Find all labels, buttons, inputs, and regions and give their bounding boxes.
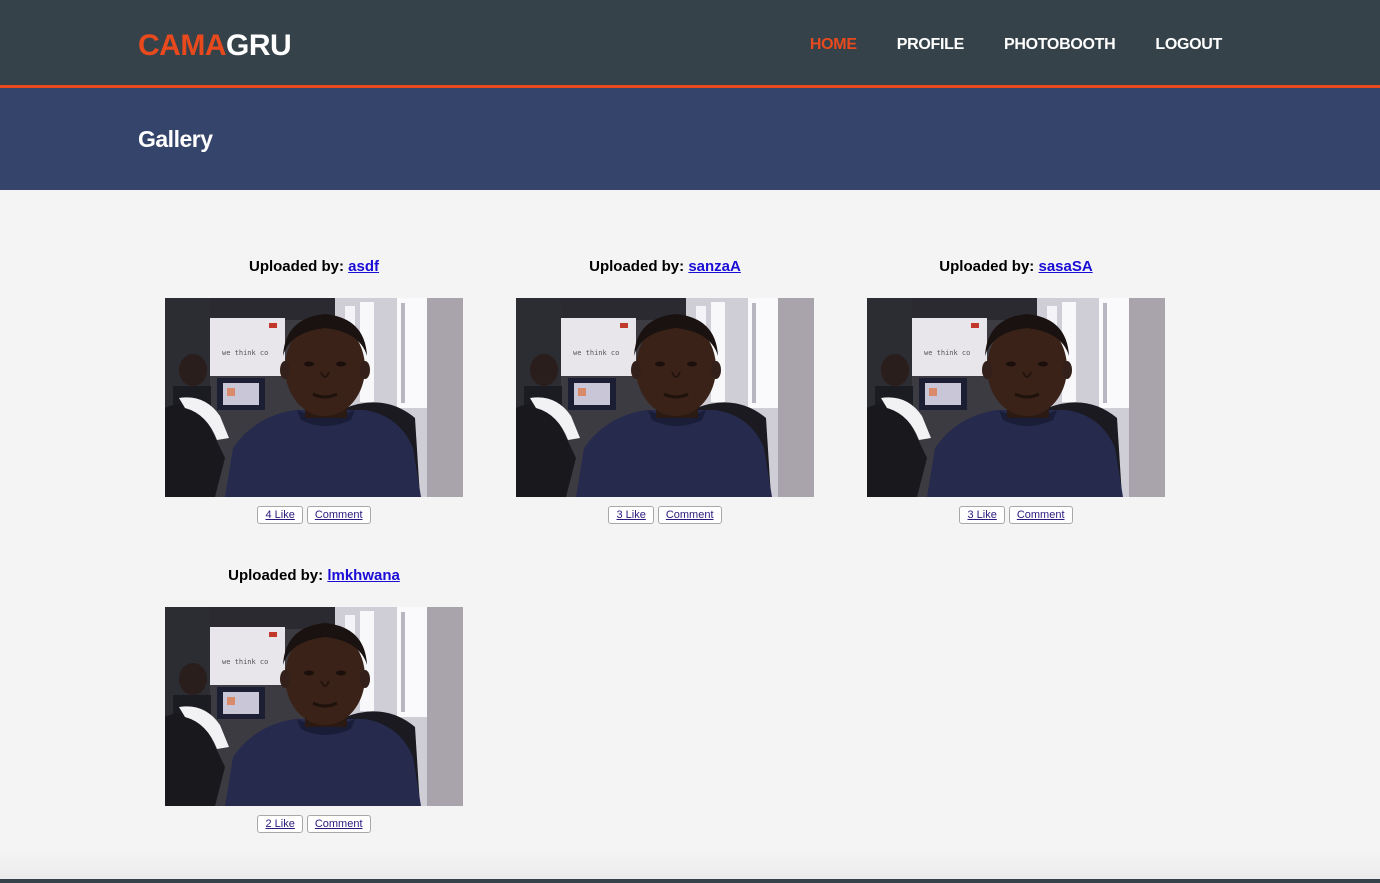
comment-button[interactable]: Comment: [1008, 506, 1073, 524]
logo-rest: GRU: [226, 29, 292, 62]
gallery-photo[interactable]: we think co: [165, 607, 463, 806]
uploaded-by-prefix: Uploaded by:: [228, 567, 324, 584]
page-title: Gallery: [138, 126, 213, 152]
comment-button[interactable]: Comment: [657, 506, 722, 524]
like-button[interactable]: 3 Like: [959, 506, 1005, 524]
main-nav: HOME PROFILE PHOTOBOOTH LOGOUT: [810, 35, 1222, 55]
nav-logout-link[interactable]: LOGOUT: [1155, 35, 1222, 55]
selfie-photo-image: we think co: [516, 298, 814, 497]
footer-shadow: [0, 850, 1380, 880]
gallery-card: Uploaded by: asdf we think co 4 Like Com…: [165, 257, 463, 524]
top-navbar: CAMAGRU HOME PROFILE PHOTOBOOTH LOGOUT: [0, 0, 1380, 88]
gallery-card: Uploaded by: sanzaA we think co 3 Like C…: [516, 257, 814, 524]
gallery-card: Uploaded by: sasaSA we think co 3 Like C…: [867, 257, 1165, 524]
svg-text:we think co: we think co: [924, 349, 970, 357]
uploaded-by-prefix: Uploaded by:: [248, 258, 344, 275]
photo-actions: 4 Like Comment: [165, 506, 463, 524]
selfie-photo-image: we think co: [165, 298, 463, 497]
uploader-link[interactable]: sanzaA: [688, 258, 741, 275]
uploader-link[interactable]: sasaSA: [1038, 258, 1092, 275]
uploaded-by-caption: Uploaded by: lmkhwana: [165, 566, 463, 586]
uploaded-by-prefix: Uploaded by:: [939, 258, 1035, 275]
photo-actions: 2 Like Comment: [165, 815, 463, 833]
svg-text:we think co: we think co: [222, 349, 268, 357]
gallery-card: Uploaded by: lmkhwana we think co 2 Like…: [165, 566, 463, 833]
nav-home-link[interactable]: HOME: [810, 35, 857, 55]
nav-photobooth-link[interactable]: PHOTOBOOTH: [1004, 35, 1116, 55]
comment-button[interactable]: Comment: [306, 815, 371, 833]
uploader-link[interactable]: asdf: [348, 258, 379, 275]
photo-actions: 3 Like Comment: [867, 506, 1165, 524]
gallery-photo[interactable]: we think co: [516, 298, 814, 497]
uploader-link[interactable]: lmkhwana: [327, 567, 400, 584]
like-button[interactable]: 3 Like: [608, 506, 654, 524]
gallery-photo[interactable]: we think co: [867, 298, 1165, 497]
comment-button[interactable]: Comment: [306, 506, 371, 524]
logo-highlight: CAMA: [138, 29, 227, 62]
photo-actions: 3 Like Comment: [516, 506, 814, 524]
site-logo[interactable]: CAMAGRU: [138, 28, 292, 64]
svg-text:we think co: we think co: [222, 658, 268, 666]
selfie-photo-image: we think co: [867, 298, 1165, 497]
uploaded-by-prefix: Uploaded by:: [589, 258, 685, 275]
page-banner: Gallery: [0, 88, 1380, 190]
gallery-photo[interactable]: we think co: [165, 298, 463, 497]
like-button[interactable]: 2 Like: [257, 815, 303, 833]
uploaded-by-caption: Uploaded by: asdf: [165, 257, 463, 277]
footer-bar: [0, 879, 1380, 883]
nav-profile-link[interactable]: PROFILE: [897, 35, 965, 55]
like-button[interactable]: 4 Like: [257, 506, 303, 524]
selfie-photo-image: we think co: [165, 607, 463, 806]
uploaded-by-caption: Uploaded by: sasaSA: [867, 257, 1165, 277]
svg-text:we think co: we think co: [573, 349, 619, 357]
uploaded-by-caption: Uploaded by: sanzaA: [516, 257, 814, 277]
